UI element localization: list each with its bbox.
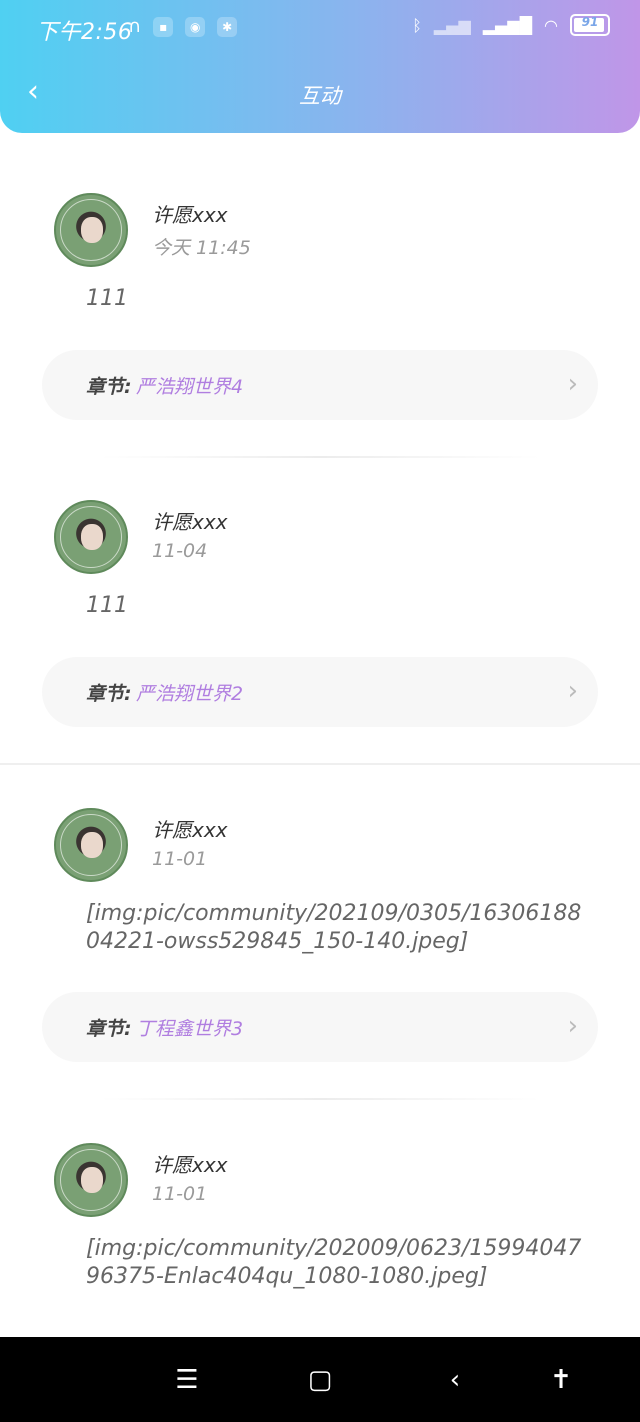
comment-content: [img:pic/community/202109/0305/163061880… xyxy=(86,901,582,954)
header: 下午2:56 ∩ ▪ ◉ ✱ ᛒ ▂▄▆ ▂▄▆█ ◠ 91 ‹ 互动 xyxy=(0,0,640,133)
app-icon: ▪ xyxy=(153,16,174,37)
chapter-link[interactable]: 章节: 严浩翔世界4 › xyxy=(42,350,598,420)
list-item: 许愿xxx 今天 11:45 111 章节: 严浩翔世界4 › xyxy=(0,150,640,458)
avatar[interactable] xyxy=(54,808,128,882)
chapter-link[interactable]: 章节: 严浩翔世界2 › xyxy=(42,657,598,727)
back-icon[interactable]: ‹ xyxy=(430,1337,480,1422)
chapter-label: 章节: xyxy=(86,1018,132,1040)
chevron-right-icon: › xyxy=(567,369,578,399)
timestamp: 今天 11:45 xyxy=(152,237,251,259)
app-icon: ◉ xyxy=(185,16,206,37)
chapter-label: 章节: xyxy=(86,683,132,705)
battery-icon: 91 xyxy=(570,14,610,36)
avatar[interactable] xyxy=(54,1143,128,1217)
list-item: 许愿xxx 11-04 111 章节: 严浩翔世界2 › xyxy=(0,457,640,757)
bluetooth-icon: ᛒ xyxy=(412,15,422,35)
comment-content: 111 xyxy=(86,286,128,311)
hd-signal-icon: ▂▄▆█ xyxy=(482,15,533,35)
username: 许愿xxx xyxy=(152,818,228,842)
username: 许愿xxx xyxy=(152,1153,228,1177)
username: 许愿xxx xyxy=(152,510,228,534)
top-nav: ‹ 互动 xyxy=(0,50,640,133)
comment-content: 111 xyxy=(86,593,128,618)
avatar[interactable] xyxy=(54,193,128,267)
timestamp: 11-01 xyxy=(152,1183,208,1205)
chapter-name: 严浩翔世界4 xyxy=(136,376,244,398)
accessibility-icon[interactable]: ✝ xyxy=(536,1337,586,1422)
timestamp: 11-01 xyxy=(152,848,208,870)
home-icon[interactable]: ▢ xyxy=(295,1337,345,1422)
signal-icon: ▂▄▆ xyxy=(433,15,471,35)
chevron-right-icon: › xyxy=(567,676,578,706)
page-title: 互动 xyxy=(299,84,341,108)
menu-icon[interactable]: ☰ xyxy=(162,1337,212,1422)
avatar[interactable] xyxy=(54,500,128,574)
status-bar: 下午2:56 ∩ ▪ ◉ ✱ ᛒ ▂▄▆ ▂▄▆█ ◠ 91 xyxy=(0,0,640,50)
wifi-icon: ◠ xyxy=(544,15,558,35)
list-item: 许愿xxx 11-01 [img:pic/community/202009/06… xyxy=(0,1100,640,1340)
headphones-icon: ∩ xyxy=(128,16,142,37)
chapter-label: 章节: xyxy=(86,376,132,398)
app-icon: ✱ xyxy=(217,16,238,37)
chapter-name: 严浩翔世界2 xyxy=(136,683,244,705)
chapter-link[interactable]: 章节: 丁程鑫世界3 › xyxy=(42,992,598,1062)
system-nav-bar: ☰ ▢ ‹ ✝ xyxy=(0,1337,640,1422)
timestamp: 11-04 xyxy=(152,540,208,562)
list-item: 许愿xxx 11-01 [img:pic/community/202109/03… xyxy=(0,765,640,1100)
status-time: 下午2:56 xyxy=(36,20,133,45)
comment-content: [img:pic/community/202009/0623/159940479… xyxy=(86,1236,582,1289)
chapter-name: 丁程鑫世界3 xyxy=(136,1018,244,1040)
chevron-right-icon: › xyxy=(567,1011,578,1041)
username: 许愿xxx xyxy=(152,203,228,227)
